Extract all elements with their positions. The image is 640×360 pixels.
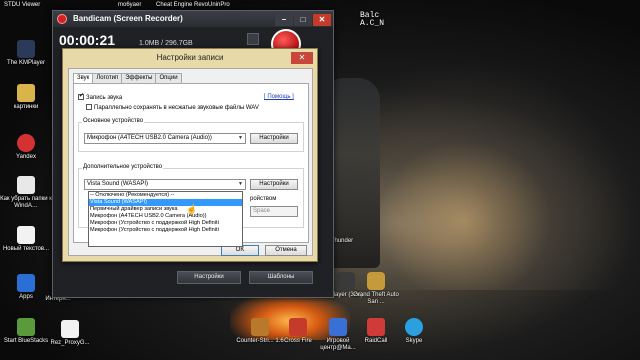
record-sound-checkbox[interactable] <box>78 92 84 100</box>
minimize-icon[interactable]: – <box>275 14 293 26</box>
dialog-title: Настройки записи <box>156 53 224 62</box>
counter-strike-icon <box>251 318 269 336</box>
window-controls: – □ ✕ <box>274 12 331 28</box>
desktop-icon-yandex[interactable]: Yandex <box>0 134 52 161</box>
dropdown-option[interactable]: -- Отключено (Рекомендуется) -- <box>89 192 242 199</box>
tab-effects[interactable]: Эффекты <box>121 73 157 83</box>
extra-device-select[interactable]: Vista Sound (WASAPI) ▼ <box>84 179 246 190</box>
record-sound-option[interactable]: Запись звука <box>78 92 122 101</box>
text-file-icon <box>17 226 35 244</box>
desktop-icon-gta[interactable]: Grand Theft Auto San ... <box>350 272 402 306</box>
desktop-label[interactable]: mo6yaer <box>118 2 141 8</box>
cancel-button[interactable]: Отмена <box>265 245 307 256</box>
bandicam-title: Bandicam (Screen Recorder) <box>73 14 183 23</box>
chevron-down-icon: ▼ <box>238 181 243 187</box>
main-device-select[interactable]: Микрофон (A4TECH USB2.0 Camera (Audio)) … <box>84 133 246 144</box>
dropdown-option[interactable]: Первичный драйвер записи звука <box>89 206 242 213</box>
main-device-label: Основное устройство <box>82 118 145 124</box>
bluestacks-icon <box>17 318 35 336</box>
hand-cursor-icon: ☝ <box>186 204 198 214</box>
tab-strip: Звук Логотип Эффекты Опции <box>73 73 182 84</box>
dropdown-option[interactable]: Микрофон (Устройство с поддержкой High D… <box>89 227 242 234</box>
dialog-titlebar[interactable]: Настройки записи ✕ <box>63 49 317 67</box>
desktop-icon-kmplayer[interactable]: The KMPlayer <box>0 40 52 67</box>
desktop-label[interactable]: RevoUninPro <box>194 2 230 8</box>
yandex-icon <box>17 134 35 152</box>
extra-device-settings-button[interactable]: Настройки <box>250 179 298 190</box>
desktop-icon-newtext[interactable]: Новый текстов... <box>0 226 52 253</box>
main-device-settings-button[interactable]: Настройки <box>250 133 298 144</box>
tab-options[interactable]: Опции <box>155 73 182 83</box>
gta-icon <box>367 272 385 290</box>
desktop-icon-rezproxy[interactable]: Rez_ProxyG... <box>44 320 96 347</box>
bandicam-logo-icon <box>57 14 67 24</box>
document-icon <box>17 176 35 194</box>
parallel-wav-checkbox[interactable] <box>86 104 92 110</box>
extra-device-label: Дополнительное устройство <box>82 164 164 170</box>
hotkey-field[interactable]: Space <box>250 206 298 217</box>
file-icon <box>61 320 79 338</box>
dropdown-option-selected[interactable]: Vista Sound (WASAPI) <box>89 199 242 206</box>
bandicam-settings-button[interactable]: Настройки <box>177 271 241 284</box>
desktop-icon-skype[interactable]: Skype <box>388 318 440 345</box>
desktop-label[interactable]: Cheat Engine <box>156 2 192 8</box>
thunder-icon <box>333 228 351 236</box>
desktop-icon-howto[interactable]: Как убрать папки к WindA… <box>0 176 52 210</box>
chevron-down-icon: ▼ <box>238 135 243 141</box>
folder-icon <box>17 84 35 102</box>
extra-device-dropdown-list[interactable]: -- Отключено (Рекомендуется) -- Vista So… <box>88 191 243 247</box>
skype-icon <box>405 318 423 336</box>
wallpaper-text: Balc A.C_N <box>360 11 385 28</box>
raidcall-icon <box>367 318 385 336</box>
record-timer: 00:00:21 <box>59 32 116 48</box>
desktop-icon-pictures[interactable]: картинки <box>0 84 52 111</box>
pause-button[interactable] <box>247 33 259 45</box>
desktop-label[interactable]: STDU Viewer <box>4 2 40 8</box>
dropdown-option[interactable]: Микрофон (Устройство с поддержкой High D… <box>89 220 242 227</box>
game-center-icon <box>329 318 347 336</box>
dialog-close-button[interactable]: ✕ <box>291 52 313 64</box>
record-size: 1.0MB / 296.7GB <box>139 40 193 47</box>
close-icon[interactable]: ✕ <box>313 14 331 26</box>
help-link[interactable]: [ Помощь ] <box>264 94 294 100</box>
mix-device-label: ройством <box>250 196 277 202</box>
crossfire-icon <box>289 318 307 336</box>
bandicam-titlebar[interactable]: Bandicam (Screen Recorder) – □ ✕ <box>53 11 333 27</box>
maximize-icon[interactable]: □ <box>294 14 312 26</box>
dropdown-option[interactable]: Микрофон (A4TECH USB2.0 Camera (Audio)) <box>89 213 242 220</box>
bandicam-templates-button[interactable]: Шаблоны <box>249 271 313 284</box>
apps-icon <box>17 274 35 292</box>
kmplayer-icon <box>17 40 35 58</box>
parallel-wav-option[interactable]: Параллельно сохранять в несжатые звуковы… <box>86 104 259 111</box>
tab-logo[interactable]: Логотип <box>92 73 123 83</box>
